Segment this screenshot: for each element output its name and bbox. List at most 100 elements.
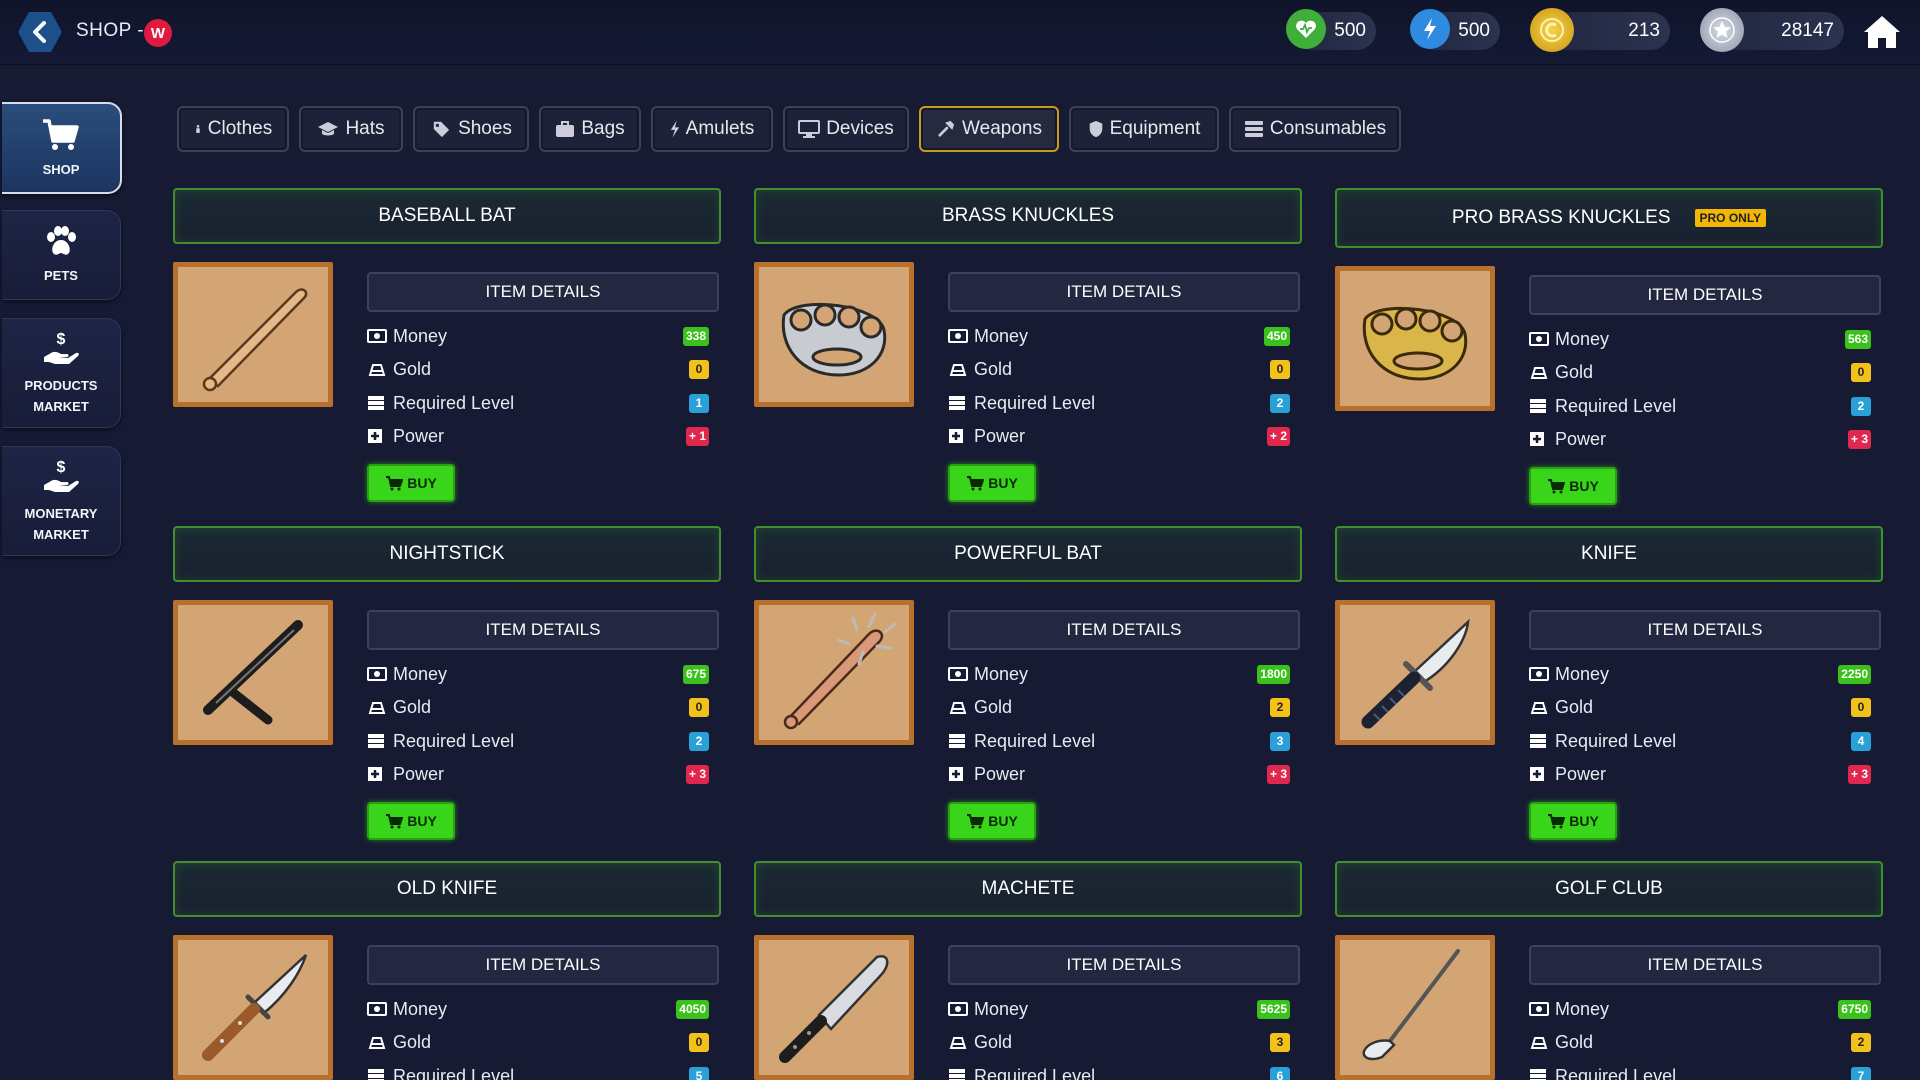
level-value: 4 bbox=[1851, 731, 1871, 751]
item-title: OLD KNIFE bbox=[173, 861, 721, 917]
item-title: MACHETE bbox=[754, 861, 1302, 917]
item-name: POWERFUL BAT bbox=[954, 543, 1102, 564]
power-row: Power + 2 bbox=[948, 423, 1298, 449]
plus-square-icon bbox=[367, 765, 387, 783]
server-icon bbox=[1529, 397, 1549, 415]
row-label: Gold bbox=[1555, 361, 1594, 382]
sidebar-item-pets[interactable]: PETS bbox=[2, 210, 121, 300]
item-card: PRO BRASS KNUCKLES PRO ONLY ITEM DETAILS… bbox=[1335, 188, 1883, 508]
buy-button[interactable]: BUY bbox=[1529, 802, 1617, 840]
row-label: Required Level bbox=[393, 1065, 515, 1080]
tab-weapons[interactable]: Weapons bbox=[919, 106, 1059, 152]
tab-label: Weapons bbox=[962, 118, 1042, 139]
buy-button[interactable]: BUY bbox=[948, 464, 1036, 502]
briefcase-icon bbox=[556, 121, 575, 137]
server-icon bbox=[948, 394, 968, 412]
money-value: 1800 bbox=[1257, 664, 1290, 684]
row-label: Money bbox=[393, 325, 448, 346]
item-image bbox=[754, 935, 914, 1080]
pro-only-badge: PRO ONLY bbox=[1694, 209, 1767, 227]
row-label: Gold bbox=[974, 1031, 1013, 1052]
buy-button[interactable]: BUY bbox=[1529, 467, 1617, 505]
brass-knuckles-icon bbox=[781, 302, 887, 377]
power-value: + 1 bbox=[685, 426, 709, 446]
money-row: Money 6750 bbox=[1529, 996, 1879, 1022]
money-value: 2250 bbox=[1838, 664, 1871, 684]
buy-button[interactable]: BUY bbox=[367, 802, 455, 840]
buy-button[interactable]: BUY bbox=[948, 802, 1036, 840]
level-value: 1 bbox=[689, 393, 709, 413]
nightstick-icon bbox=[203, 620, 303, 725]
item-image bbox=[173, 262, 333, 407]
item-card: OLD KNIFE ITEM DETAILS Money 4050 Gold 0… bbox=[173, 861, 721, 1080]
cart-icon bbox=[386, 476, 404, 491]
buy-button[interactable]: BUY bbox=[367, 464, 455, 502]
tab-label: Bags bbox=[581, 118, 625, 139]
gold-value: 0 bbox=[689, 359, 709, 379]
tab-consumables[interactable]: Consumables bbox=[1229, 106, 1401, 152]
heart-icon bbox=[1286, 9, 1326, 49]
health-stat: 500 bbox=[1286, 9, 1376, 50]
server-icon bbox=[1529, 1067, 1549, 1080]
hand-dollar-icon: $ bbox=[44, 331, 79, 364]
tab-equipment[interactable]: Equipment bbox=[1069, 106, 1219, 152]
row-label: Power bbox=[1555, 763, 1607, 784]
power-value: + 3 bbox=[1847, 429, 1871, 449]
item-details-header: ITEM DETAILS bbox=[1529, 275, 1881, 315]
server-icon bbox=[948, 1067, 968, 1080]
item-image bbox=[173, 600, 333, 745]
row-label: Gold bbox=[393, 358, 432, 379]
sidebar-item-monetary-market[interactable]: $ MONETARY MARKET bbox=[2, 446, 121, 556]
gold-bar-icon bbox=[948, 1033, 968, 1051]
level-value: 2 bbox=[1270, 393, 1290, 413]
row-label: Required Level bbox=[974, 1065, 1096, 1080]
tab-label: Equipment bbox=[1109, 118, 1201, 139]
row-label: Gold bbox=[974, 696, 1013, 717]
level-row: Required Level 5 bbox=[367, 1063, 717, 1080]
monitor-icon bbox=[798, 120, 821, 138]
level-value: 2 bbox=[689, 731, 709, 751]
tab-clothes[interactable]: Clothes bbox=[177, 106, 289, 152]
level-value: 3 bbox=[1270, 731, 1290, 751]
sidebar-item-products-market[interactable]: $ PRODUCTS MARKET bbox=[2, 318, 121, 428]
item-image bbox=[1335, 935, 1495, 1080]
money-icon bbox=[367, 665, 387, 683]
item-details-header: ITEM DETAILS bbox=[948, 610, 1300, 650]
svg-text:$: $ bbox=[57, 331, 66, 348]
row-label: Power bbox=[393, 425, 445, 446]
level-value: 2 bbox=[1851, 396, 1871, 416]
tab-bags[interactable]: Bags bbox=[539, 106, 641, 152]
back-button[interactable] bbox=[18, 12, 62, 52]
gold-row: Gold 3 bbox=[948, 1029, 1298, 1055]
row-label: Money bbox=[393, 663, 448, 684]
tab-hats[interactable]: Hats bbox=[299, 106, 403, 152]
tab-shoes[interactable]: Shoes bbox=[413, 106, 529, 152]
row-label: Required Level bbox=[393, 730, 515, 751]
item-details-header: ITEM DETAILS bbox=[948, 272, 1300, 312]
home-icon[interactable] bbox=[1862, 14, 1902, 50]
row-label: Power bbox=[1555, 428, 1607, 449]
sidebar-item-shop[interactable]: SHOP bbox=[2, 102, 122, 194]
gold-row: Gold 0 bbox=[1529, 694, 1879, 720]
buy-label: BUY bbox=[1569, 813, 1599, 829]
row-label: Required Level bbox=[974, 730, 1096, 751]
gold-row: Gold 0 bbox=[367, 694, 717, 720]
buy-label: BUY bbox=[407, 813, 437, 829]
power-row: Power + 3 bbox=[948, 761, 1298, 787]
tab-amulets[interactable]: Amulets bbox=[651, 106, 773, 152]
tab-label: Devices bbox=[826, 118, 894, 139]
tab-devices[interactable]: Devices bbox=[783, 106, 909, 152]
buy-label: BUY bbox=[988, 475, 1018, 491]
bolt-icon bbox=[670, 120, 679, 138]
gold-value: 0 bbox=[1270, 359, 1290, 379]
stack-icon bbox=[1244, 121, 1263, 137]
item-name: BASEBALL BAT bbox=[378, 205, 516, 226]
money-icon bbox=[367, 327, 387, 345]
row-label: Power bbox=[974, 425, 1026, 446]
health-value: 500 bbox=[1334, 20, 1366, 41]
energy-stat: 500 bbox=[1410, 9, 1500, 50]
spiked-bat-icon bbox=[783, 612, 897, 730]
item-image bbox=[1335, 266, 1495, 411]
power-value: + 3 bbox=[1847, 764, 1871, 784]
item-card: MACHETE ITEM DETAILS Money 5625 Gold 3 R… bbox=[754, 861, 1302, 1080]
